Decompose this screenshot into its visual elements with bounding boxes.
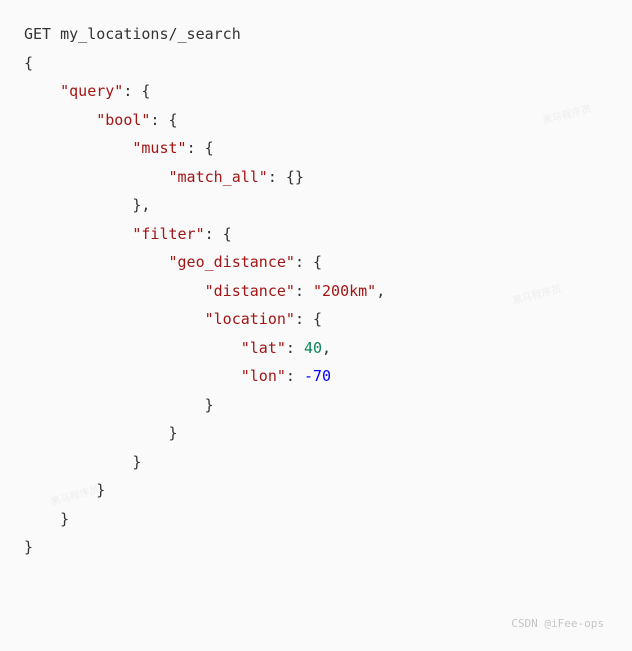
val-lat: 40 xyxy=(304,339,322,357)
key-location: "location" xyxy=(205,310,295,328)
key-lat: "lat" xyxy=(241,339,286,357)
key-geo-distance: "geo_distance" xyxy=(169,253,295,271)
key-query: "query" xyxy=(60,82,123,100)
watermark-csdn: CSDN @iFee-ops xyxy=(511,614,604,635)
http-method: GET xyxy=(24,25,51,43)
key-must: "must" xyxy=(132,139,186,157)
request-line: GET my_locations/_search xyxy=(24,25,241,43)
val-distance: "200km" xyxy=(313,282,376,300)
val-lon: -70 xyxy=(304,367,331,385)
key-match-all: "match_all" xyxy=(169,168,268,186)
key-lon: "lon" xyxy=(241,367,286,385)
key-filter: "filter" xyxy=(132,225,204,243)
request-path: my_locations/_search xyxy=(60,25,241,43)
key-distance: "distance" xyxy=(205,282,295,300)
key-bool: "bool" xyxy=(96,111,150,129)
brace-open: { xyxy=(24,54,33,72)
code-block: GET my_locations/_search { "query": { "b… xyxy=(24,20,612,562)
brace-close: } xyxy=(24,538,33,556)
